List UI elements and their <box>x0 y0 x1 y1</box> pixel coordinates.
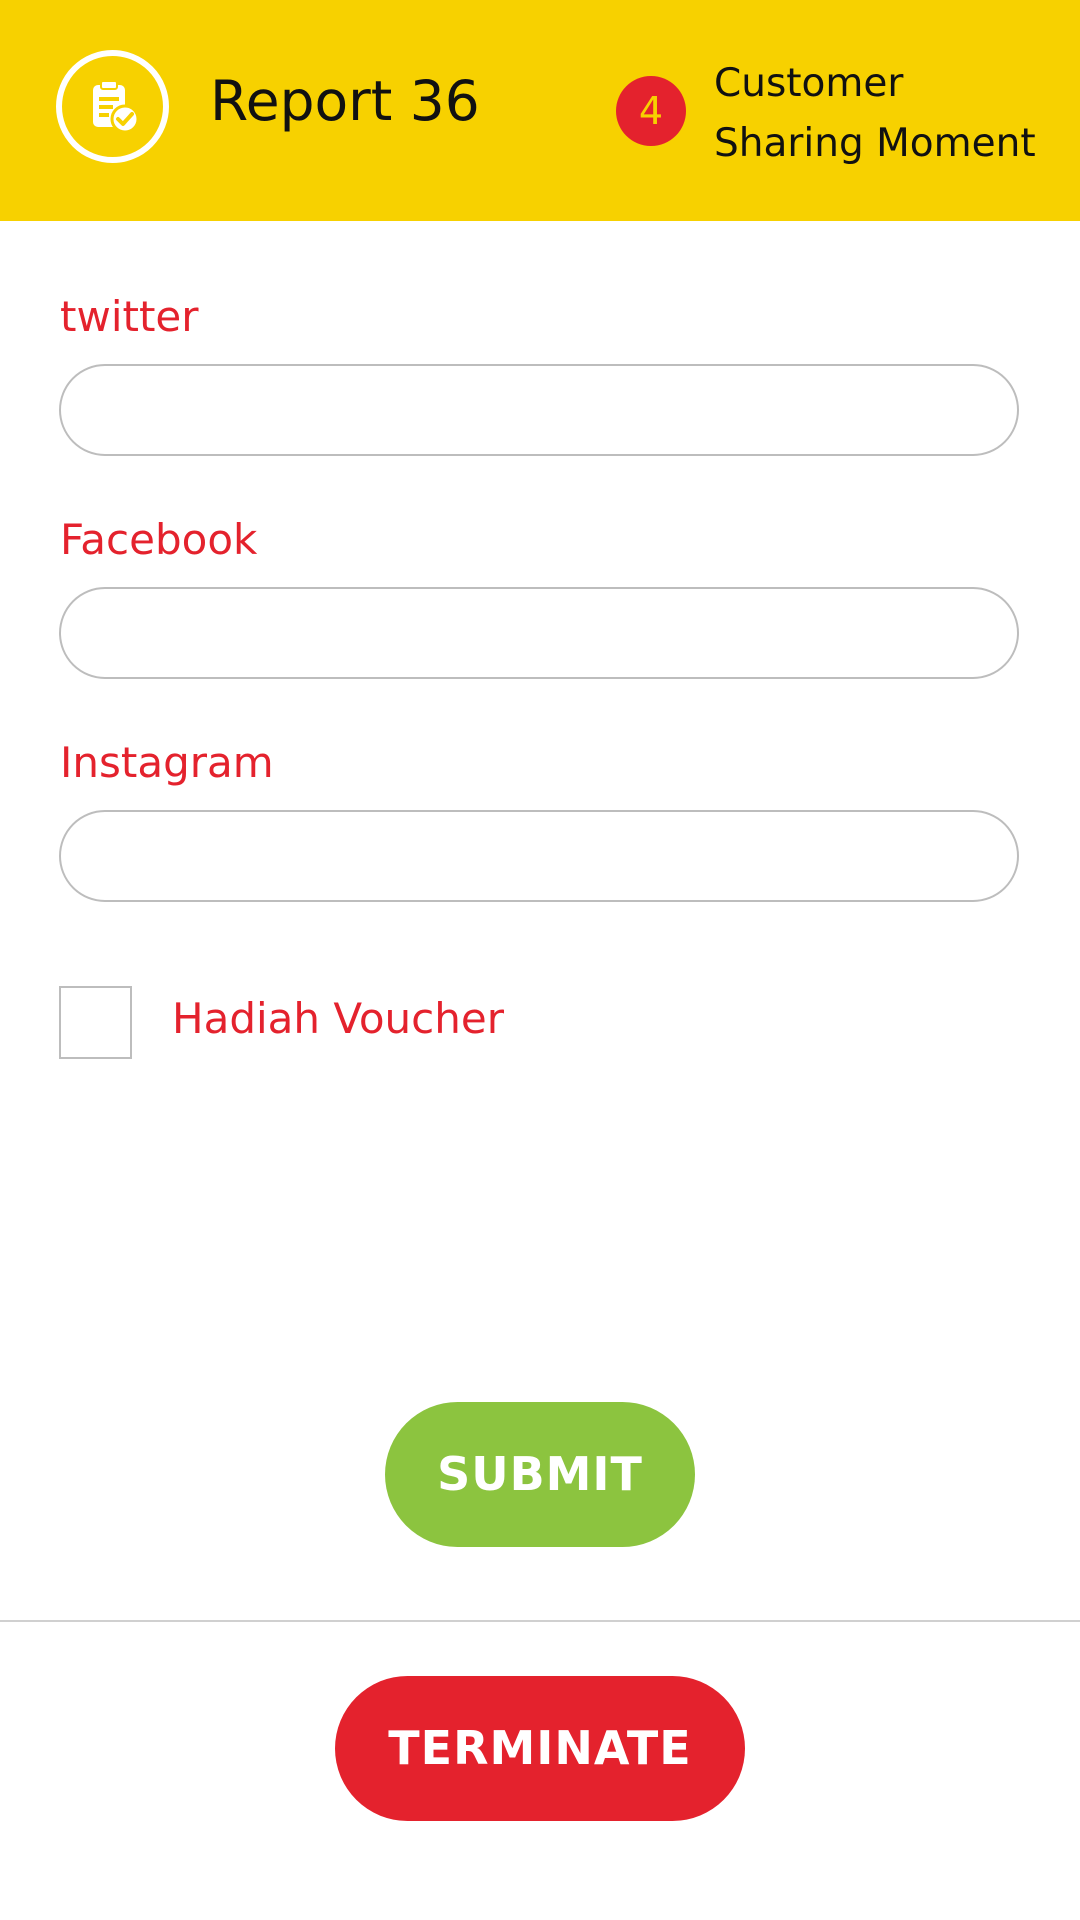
app-header: Report 36 4 Customer Sharing Moment <box>0 0 1080 221</box>
report-check-icon <box>56 50 169 163</box>
instagram-label: Instagram <box>60 738 274 787</box>
divider <box>0 1620 1080 1622</box>
instagram-input[interactable] <box>59 810 1019 902</box>
report-title: Report 36 <box>210 69 480 133</box>
facebook-label: Facebook <box>60 515 258 564</box>
terminate-button[interactable]: TERMINATE <box>335 1676 745 1821</box>
submit-button[interactable]: SUBMIT <box>385 1402 695 1547</box>
twitter-label: twitter <box>60 292 199 341</box>
hadiah-voucher-label[interactable]: Hadiah Voucher <box>172 998 504 1040</box>
twitter-input[interactable] <box>59 364 1019 456</box>
facebook-input[interactable] <box>59 587 1019 679</box>
step-name: Customer Sharing Moment <box>714 61 1036 166</box>
hadiah-voucher-checkbox[interactable] <box>59 986 132 1059</box>
step-number-badge: 4 <box>616 76 686 146</box>
